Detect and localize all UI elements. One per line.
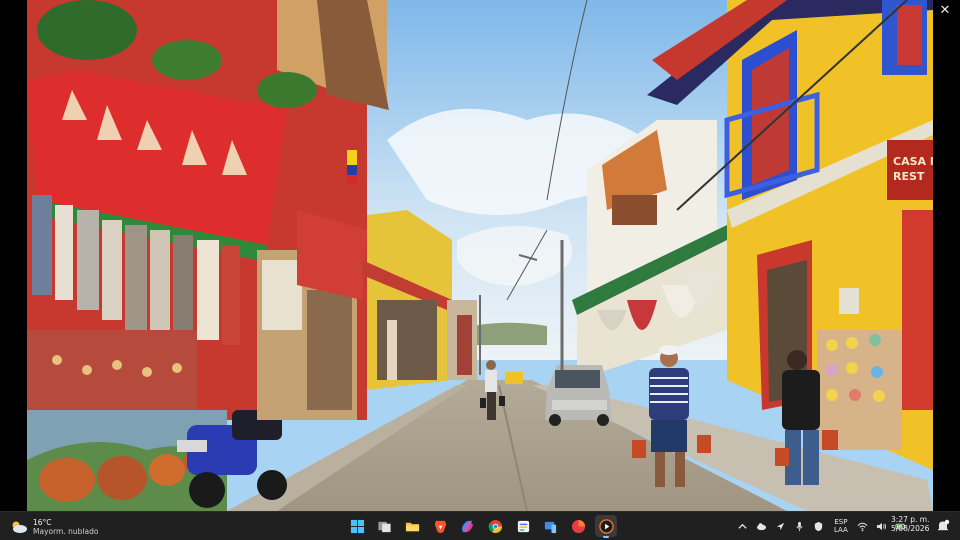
file-explorer-button[interactable] [401,515,423,537]
taskbar-apps [346,515,623,538]
cloud-icon [756,522,766,530]
language-code: ESP [834,518,848,526]
media-player-button[interactable] [595,515,618,538]
weather-widget[interactable]: 16°C Mayorm. nublado [10,515,98,539]
shop-sign-line2: REST [893,170,925,183]
task-view-icon [378,521,391,532]
keyboard-layout: LAA [834,526,848,534]
red-app-button[interactable] [568,515,590,537]
show-hidden-icons-button[interactable] [735,519,749,533]
brave-browser-icon [434,520,446,533]
cloud-sun-icon [12,521,27,533]
shield-icon [814,521,822,531]
media-player-icon [598,518,614,534]
red-app-icon [571,519,586,533]
onedrive-tray-button[interactable] [754,519,768,533]
street-photo: CASA N REST [27,0,933,511]
taskbar: 16°C Mayorm. nublado ESP LAA 3:27 p. m. … [0,511,960,540]
street-scene-image: CASA N REST [27,0,933,511]
notes-app-button[interactable] [512,515,534,537]
windows-start-button[interactable] [346,515,368,537]
chrome-icon [488,519,502,533]
microphone-icon [795,521,803,531]
weather-condition: Mayorm. nublado [33,527,99,536]
clock-date: 5/08/2026 [891,524,930,533]
clock-time: 3:27 p. m. [891,515,930,524]
notification-bell-icon[interactable] [936,519,950,533]
folder-icon [405,522,419,531]
speaker-icon [877,522,887,530]
brave-browser-button[interactable] [429,515,451,537]
phone-link-button[interactable] [540,515,562,537]
wifi-icon [857,522,868,531]
chevron-up-icon [737,523,747,529]
photo-viewer: CASA N REST [0,0,960,511]
copilot-icon [462,520,474,532]
copilot-button[interactable] [457,515,479,537]
notes-app-icon [517,520,529,532]
input-language-indicator[interactable]: ESP LAA [834,518,848,534]
weather-temperature: 16°C [33,518,52,527]
phone-link-icon [545,521,557,533]
microphone-tray-button[interactable] [792,519,806,533]
network-button[interactable] [856,519,870,533]
windows-start-icon [350,519,364,533]
shop-sign-line1: CASA N [893,155,933,168]
location-arrow-icon [776,522,784,530]
chrome-button[interactable] [484,515,506,537]
security-tray-button[interactable] [811,519,825,533]
volume-button[interactable] [875,519,889,533]
close-button[interactable]: ✕ [936,2,954,20]
clock[interactable]: 3:27 p. m. 5/08/2026 [891,515,929,533]
system-tray: ESP LAA [735,515,913,537]
task-view-button[interactable] [374,515,396,537]
location-tray-button[interactable] [773,519,787,533]
